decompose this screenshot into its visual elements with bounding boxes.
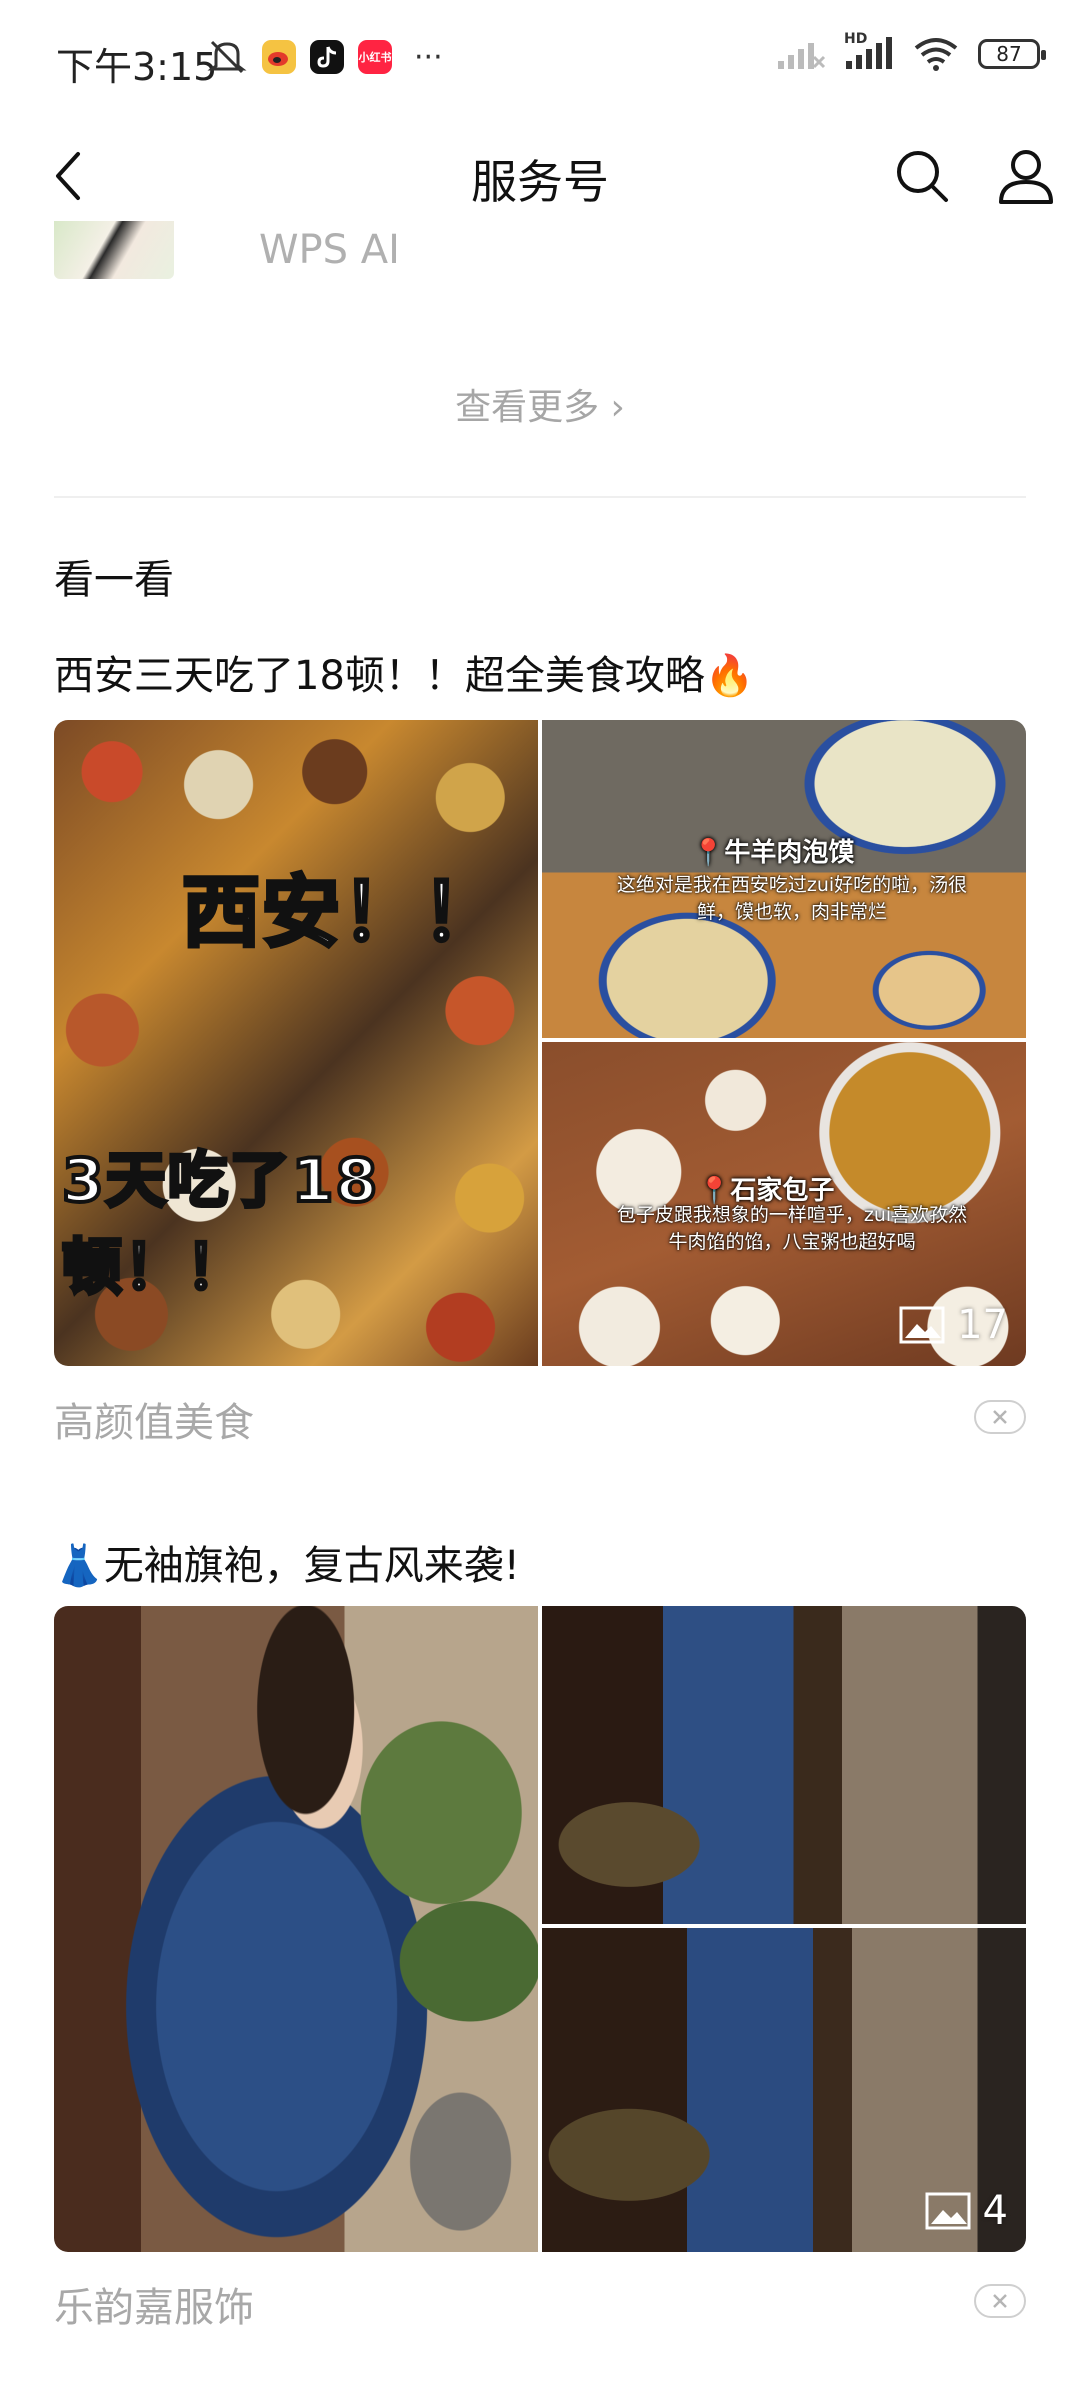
divider [54, 496, 1026, 498]
account-avatar [54, 221, 174, 279]
image-count: 17 [957, 1302, 1008, 1348]
lamb-soup-image: 📍牛羊肉泡馍 这绝对是我在西安吃过zui好吃的啦，汤很鲜，馍也软，肉非常烂 [542, 720, 1026, 1038]
image-icon [925, 2192, 971, 2230]
collage-overlay-subtitle: 3天吃了18顿！！ [60, 1144, 380, 1305]
account-row[interactable]: WPS AI [54, 220, 400, 280]
image-count-badge: 17 [899, 1302, 1008, 1348]
food-collage-image: 西安！！ 3天吃了18顿！！ [54, 720, 538, 1366]
dismiss-button[interactable] [974, 2284, 1026, 2318]
status-time: 下午3:15 [56, 45, 218, 89]
search-button[interactable] [882, 136, 962, 216]
caption-text: 这绝对是我在西安吃过zui好吃的啦，汤很鲜，馍也软，肉非常烂 [616, 874, 968, 923]
weibo-icon [262, 40, 296, 74]
close-icon [993, 1410, 1007, 1424]
search-icon [897, 151, 948, 202]
more-notifications-icon: ··· [414, 39, 443, 75]
image-count-badge: 4 [925, 2188, 1008, 2234]
view-more-link[interactable]: 查看更多 › [0, 378, 1080, 430]
article-title[interactable]: 西安三天吃了18顿！！超全美食攻略🔥 [54, 643, 755, 701]
article-image-grid[interactable]: 西安！！ 3天吃了18顿！！ 📍牛羊肉泡馍 这绝对是我在西安吃过zui好吃的啦，… [54, 720, 1026, 1366]
article-source: 高颜值美食 [54, 1400, 254, 1446]
article-source: 乐韵嘉服饰 [54, 2285, 254, 2331]
caption-text: 包子皮跟我想象的一样喧乎，zui喜欢孜然牛肉馅的馅，八宝粥也超好喝 [616, 1204, 968, 1253]
status-bar: 下午3:15 小红书 ··· HD 87 [0, 0, 1080, 120]
cellular-signal-icon [778, 43, 826, 69]
battery-indicator: 87 [978, 39, 1046, 69]
hd-signal-icon: HD [844, 31, 894, 71]
section-title: 看一看 [54, 557, 174, 603]
image-icon [899, 1306, 945, 1344]
article-title[interactable]: 👗无袖旗袍，复古风来袭! [54, 1533, 520, 1591]
image-count: 4 [982, 2188, 1008, 2234]
close-icon [993, 2294, 1007, 2308]
collage-overlay-title: 西安！！ [180, 866, 503, 960]
xiaohongshu-icon: 小红书 [358, 40, 392, 74]
qipao-model-image [54, 1606, 538, 2252]
tiktok-icon [310, 40, 344, 74]
wifi-icon [914, 38, 958, 71]
profile-button[interactable] [986, 136, 1066, 216]
dismiss-button[interactable] [974, 1400, 1026, 1434]
caption-title: 📍牛羊肉泡馍 [692, 838, 855, 868]
account-name: WPS AI [259, 227, 400, 273]
qipao-detail-image-top [542, 1606, 1026, 1924]
article-image-grid[interactable]: 4 [54, 1606, 1026, 2252]
status-notifications: 小红书 ··· [206, 38, 443, 76]
mute-icon [207, 40, 247, 74]
person-icon [999, 150, 1053, 204]
status-system: HD 87 [776, 31, 1046, 72]
